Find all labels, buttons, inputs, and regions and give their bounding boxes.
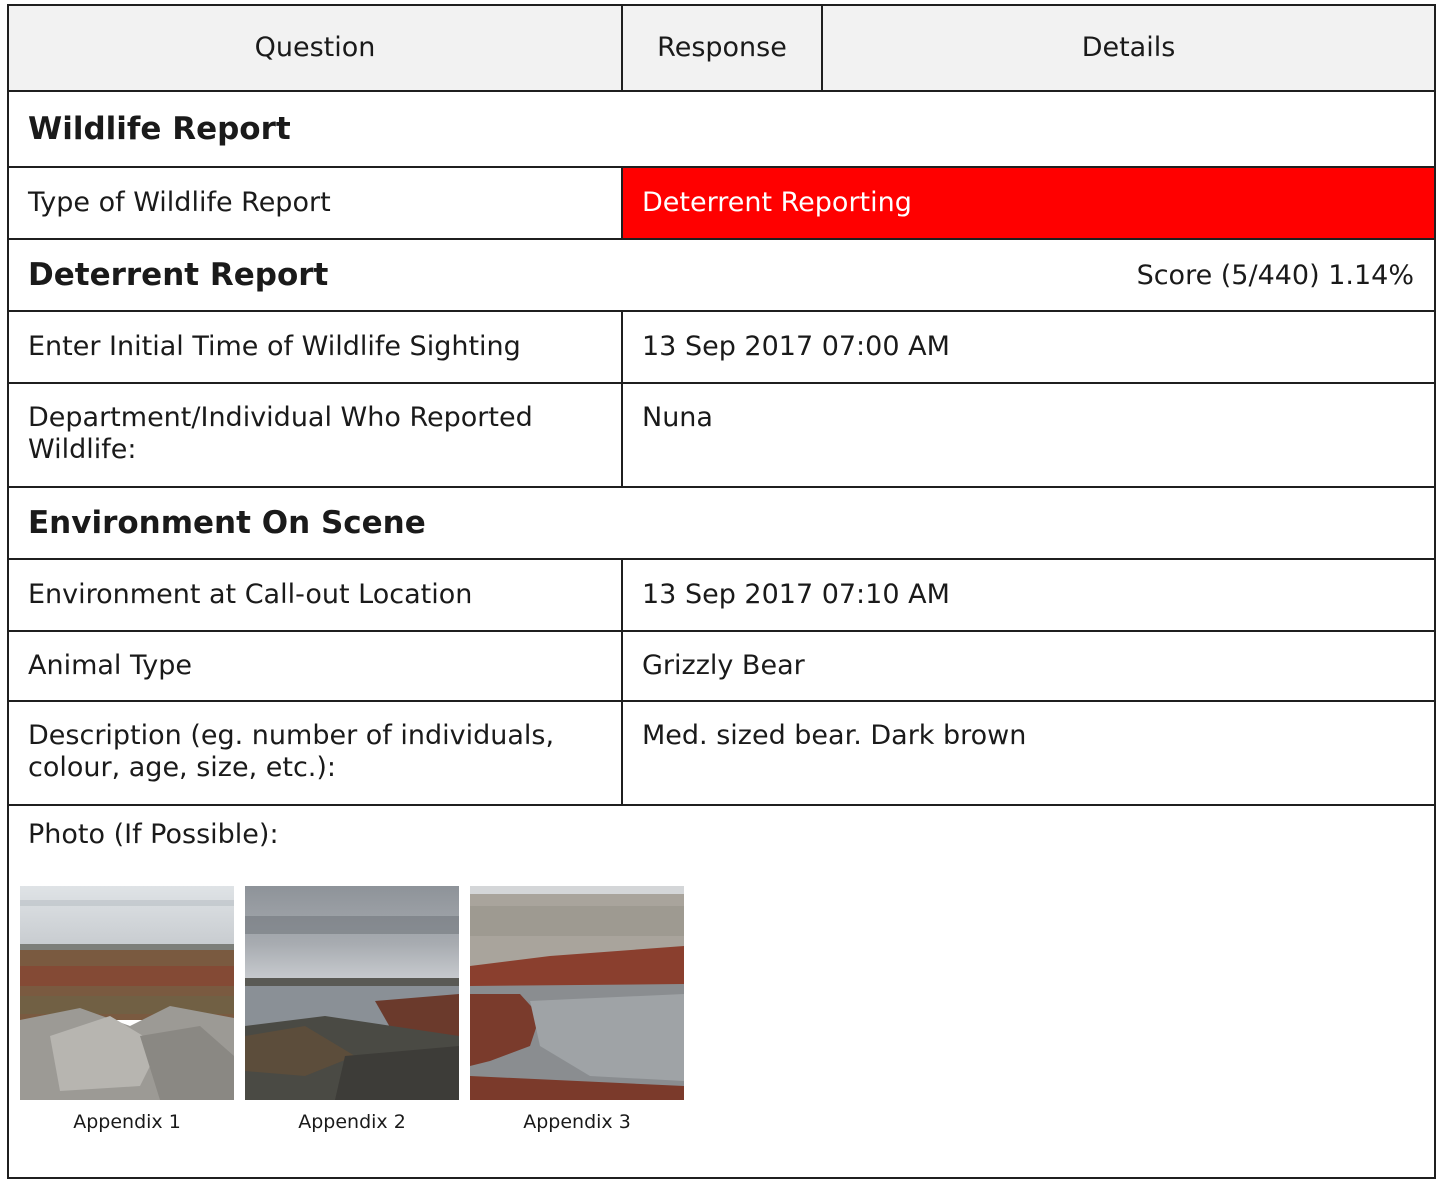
question-description-line2: colour, age, size, etc.):: [28, 752, 336, 783]
section-environment-on-scene: Environment On Scene: [9, 488, 1434, 560]
response-cell: 13 Sep 2017 07:10 AM: [623, 560, 1434, 630]
header-response: Response: [623, 6, 823, 90]
response-cell-highlighted: Deterrent Reporting: [623, 168, 1434, 238]
table-row: Department/Individual Who Reported Wildl…: [9, 384, 1434, 488]
section-deterrent-report-label: Deterrent Report: [28, 257, 329, 293]
question-cell: Department/Individual Who Reported Wildl…: [9, 384, 623, 486]
section-deterrent-report: Deterrent Report Score (5/440) 1.14%: [9, 240, 1434, 312]
header-details: Details: [823, 6, 1434, 90]
question-cell: Animal Type: [9, 632, 623, 700]
question-initial-time: Enter Initial Time of Wildlife Sighting: [28, 331, 521, 362]
table-row: Animal Type Grizzly Bear: [9, 632, 1434, 702]
section-title-environment-on-scene: Environment On Scene: [9, 488, 1434, 558]
response-env-callout: 13 Sep 2017 07:10 AM: [642, 579, 950, 610]
question-cell: Environment at Call-out Location: [9, 560, 623, 630]
appendix-2-caption: Appendix 2: [298, 1111, 406, 1133]
question-cell: Description (eg. number of individuals, …: [9, 702, 623, 804]
photo-label: Photo (If Possible):: [28, 819, 279, 850]
section-wildlife-report-label: Wildlife Report: [28, 111, 291, 147]
question-cell: Type of Wildlife Report: [9, 168, 623, 238]
section-wildlife-report: Wildlife Report: [9, 92, 1434, 168]
question-animal-type: Animal Type: [28, 650, 193, 681]
section-environment-label: Environment On Scene: [28, 505, 426, 541]
table-header: Question Response Details: [9, 6, 1434, 92]
response-cell: Grizzly Bear: [623, 632, 1434, 700]
response-reported-by: Nuna: [642, 402, 713, 433]
response-cell: Nuna: [623, 384, 1434, 486]
response-initial-time: 13 Sep 2017 07:00 AM: [642, 331, 950, 362]
response-cell: 13 Sep 2017 07:00 AM: [623, 312, 1434, 382]
header-response-label: Response: [657, 32, 787, 63]
appendix-3-caption: Appendix 3: [523, 1111, 631, 1133]
appendix-3-photo[interactable]: [470, 886, 684, 1100]
section-score: Score (5/440) 1.14%: [1136, 259, 1414, 291]
table-row: Environment at Call-out Location 13 Sep …: [9, 560, 1434, 632]
question-description-line1: Description (eg. number of individuals,: [28, 720, 555, 751]
response-animal-type: Grizzly Bear: [642, 650, 805, 681]
question-env-callout: Environment at Call-out Location: [28, 579, 473, 610]
response-cell: Med. sized bear. Dark brown: [623, 702, 1434, 804]
response-description: Med. sized bear. Dark brown: [642, 720, 1027, 751]
question-cell: Enter Initial Time of Wildlife Sighting: [9, 312, 623, 382]
response-type-of-report: Deterrent Reporting: [642, 187, 912, 218]
table-row: Type of Wildlife Report Deterrent Report…: [9, 168, 1434, 240]
question-type-of-report: Type of Wildlife Report: [28, 187, 331, 218]
wildlife-report-table: Question Response Details Wildlife Repor…: [7, 4, 1436, 1179]
section-title-wildlife-report: Wildlife Report: [9, 92, 1434, 166]
question-reported-by-line1: Department/Individual Who Reported: [28, 402, 533, 433]
question-reported-by-line2: Wildlife:: [28, 434, 137, 465]
appendix-1-photo[interactable]: [20, 886, 234, 1100]
table-row: Description (eg. number of individuals, …: [9, 702, 1434, 806]
appendix-1-caption: Appendix 1: [73, 1111, 181, 1133]
header-question-label: Question: [254, 32, 376, 63]
table-row: Enter Initial Time of Wildlife Sighting …: [9, 312, 1434, 384]
header-question: Question: [9, 6, 623, 90]
header-details-label: Details: [1081, 32, 1176, 63]
appendix-2-photo[interactable]: [245, 886, 459, 1100]
